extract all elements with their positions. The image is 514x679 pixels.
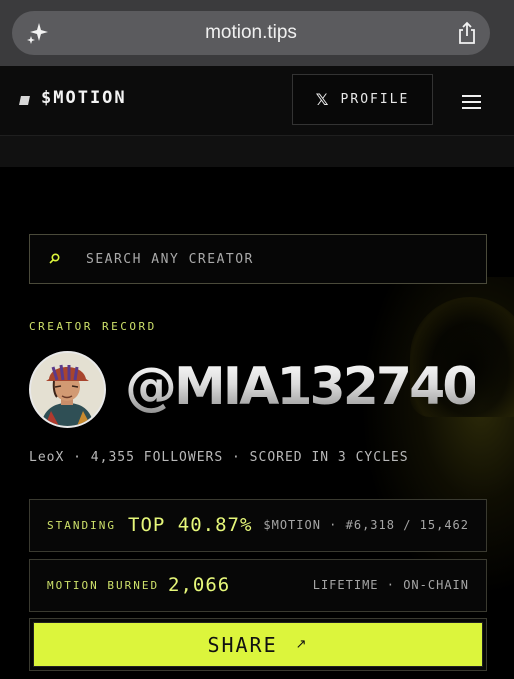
site-logo[interactable]: $MOTION [41, 88, 127, 108]
arrow-up-right-icon: ↗ [295, 637, 309, 652]
share-button-inner[interactable]: SHARE ↗ [33, 622, 483, 667]
logo-mark-icon [19, 96, 30, 105]
search-icon [49, 253, 60, 264]
share-button[interactable]: SHARE ↗ [29, 618, 487, 671]
section-label: CREATOR RECORD [29, 320, 157, 333]
standing-value: TOP 40.87% [128, 514, 253, 536]
standing-meta: $MOTION · #6,318 / 15,462 [263, 518, 469, 532]
burned-label: MOTION BURNED [47, 579, 160, 592]
burned-card: MOTION BURNED 2,066 LIFETIME · ON-CHAIN [29, 559, 487, 612]
search-input[interactable] [86, 235, 466, 283]
creator-meta: LeoX · 4,355 FOLLOWERS · SCORED IN 3 CYC… [29, 450, 409, 465]
profile-button-label: PROFILE [340, 92, 410, 107]
browser-toolbar: motion.tips [0, 0, 514, 66]
address-bar[interactable]: motion.tips [12, 11, 490, 55]
avatar [29, 351, 106, 428]
menu-icon[interactable] [462, 95, 481, 109]
site-header: $MOTION 𝕏 PROFILE [0, 66, 514, 136]
burned-meta: LIFETIME · ON-CHAIN [312, 578, 469, 592]
burned-value: 2,066 [168, 574, 231, 596]
share-button-label: SHARE [207, 632, 278, 657]
main-content: CREATOR RECORD @MIA132740 LeoX · 4,355 F… [0, 167, 514, 679]
standing-label: STANDING [47, 519, 116, 532]
creator-handle: @MIA132740 [125, 357, 478, 417]
browser-share-icon[interactable] [456, 21, 478, 45]
profile-button[interactable]: 𝕏 PROFILE [292, 74, 433, 125]
x-logo-icon: 𝕏 [315, 90, 331, 109]
sub-bar [0, 136, 514, 167]
url-text[interactable]: motion.tips [12, 11, 490, 55]
standing-card: STANDING TOP 40.87% $MOTION · #6,318 / 1… [29, 499, 487, 552]
search-box[interactable] [29, 234, 487, 284]
